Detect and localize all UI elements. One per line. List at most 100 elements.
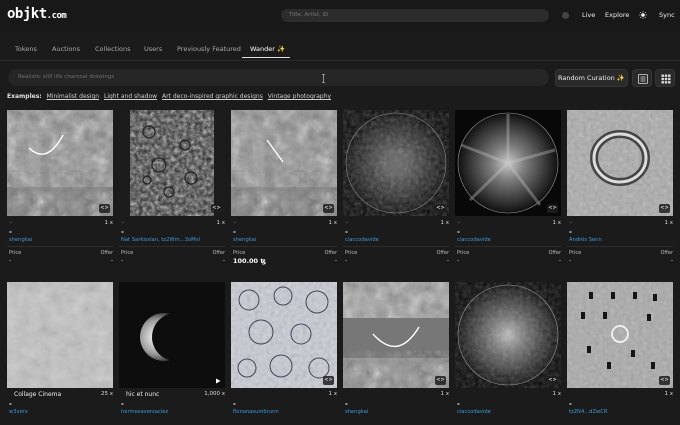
- divider: [567, 246, 673, 247]
- token-title[interactable]: -: [345, 228, 348, 236]
- nav-live[interactable]: Live: [582, 11, 595, 19]
- grid-view-icon: [661, 74, 671, 84]
- token-thumbnail[interactable]: [7, 282, 113, 388]
- code-icon: <>: [435, 376, 446, 385]
- token-id: --: [233, 220, 237, 226]
- price-value: -: [121, 257, 124, 264]
- artist-link[interactable]: Andrés Senn: [569, 237, 602, 243]
- offer-label: Offer: [660, 250, 673, 256]
- token-thumbnail[interactable]: <>: [343, 282, 449, 388]
- artist-link[interactable]: shengkai: [233, 237, 256, 243]
- price-value: -: [569, 257, 572, 264]
- nav-sync[interactable]: Sync: [659, 11, 675, 19]
- token-thumbnail[interactable]: <>: [231, 110, 337, 216]
- example-minimalist-design[interactable]: Minimalist design: [47, 93, 99, 100]
- examples-label: Examples:: [7, 93, 42, 100]
- offer-label: Offer: [100, 250, 113, 256]
- artwork-image: [567, 282, 673, 388]
- collection-badge[interactable]: Collage Cinema: [10, 390, 66, 399]
- token-title[interactable]: -: [457, 228, 460, 236]
- collection-badge[interactable]: hic et nunc: [122, 390, 164, 399]
- text-cursor-icon: [322, 74, 325, 83]
- editions-count: 1 x: [440, 391, 449, 397]
- token-title[interactable]: -: [233, 400, 236, 408]
- artist-link[interactable]: ciaccodavide: [345, 237, 379, 243]
- token-title[interactable]: -: [569, 228, 572, 236]
- wander-prompt-input[interactable]: Realistic still life charcoal drawings: [8, 69, 549, 86]
- code-icon: <>: [99, 204, 110, 213]
- code-icon: <>: [547, 204, 558, 213]
- price-label: Price: [233, 250, 246, 256]
- tab-bar: Tokens Auctions Collections Users Previo…: [0, 40, 680, 60]
- token-title[interactable]: -: [457, 400, 460, 408]
- token-thumbnail[interactable]: <>: [231, 282, 337, 388]
- token-thumbnail[interactable]: <>: [119, 110, 225, 216]
- token-title[interactable]: -: [121, 228, 124, 236]
- code-icon: <>: [435, 204, 446, 213]
- artwork-image: [137, 110, 207, 216]
- token-thumbnail[interactable]: <>: [567, 282, 673, 388]
- tab-auctions[interactable]: Auctions: [52, 45, 80, 53]
- play-icon[interactable]: [215, 378, 221, 384]
- price-value: -: [9, 257, 12, 264]
- logo-suffix: .com: [46, 11, 67, 21]
- grid-view-button[interactable]: [655, 69, 675, 87]
- token-title[interactable]: -: [233, 228, 236, 236]
- search-input[interactable]: Title, Artist, ID: [281, 9, 549, 22]
- artist-link[interactable]: shengkai: [9, 237, 32, 243]
- token-thumbnail[interactable]: <>: [567, 110, 673, 216]
- artwork-image: [231, 282, 337, 388]
- top-header: objkt.com Title, Artist, ID Live Explore…: [0, 0, 680, 32]
- editions-count: 1 x: [664, 220, 673, 226]
- token-title[interactable]: -: [9, 400, 12, 408]
- artist-link[interactable]: shengkai: [345, 409, 368, 415]
- tab-previously-featured[interactable]: Previously Featured: [177, 45, 241, 53]
- editions-count: 1 x: [552, 391, 561, 397]
- tab-collections[interactable]: Collections: [95, 45, 131, 53]
- token-thumbnail[interactable]: <>: [7, 110, 113, 216]
- list-view-button[interactable]: [632, 69, 652, 87]
- tab-tokens[interactable]: Tokens: [15, 45, 37, 53]
- token-thumbnail[interactable]: <>: [455, 282, 561, 388]
- artwork-image: [140, 313, 200, 361]
- tab-users[interactable]: Users: [144, 45, 162, 53]
- editions-count: 1 x: [552, 220, 561, 226]
- token-thumbnail[interactable]: <>: [455, 110, 561, 216]
- artwork-image: [7, 282, 113, 388]
- token-thumbnail[interactable]: <>: [343, 110, 449, 216]
- token-title[interactable]: -: [569, 400, 572, 408]
- token-title[interactable]: -: [345, 400, 348, 408]
- artwork-image: [7, 110, 113, 216]
- artist-link[interactable]: ciaccodavide: [457, 409, 491, 415]
- artist-link[interactable]: hermesaversaclez: [121, 409, 168, 415]
- example-light-and-shadow[interactable]: Light and shadow: [104, 93, 157, 100]
- code-icon: <>: [659, 204, 670, 213]
- code-icon: <>: [659, 376, 670, 385]
- artist-link[interactable]: flonanasumbrunn: [233, 409, 279, 415]
- list-view-icon: [638, 74, 648, 84]
- artist-link[interactable]: tz2N4...dZwCR: [569, 409, 608, 415]
- artwork-image: [345, 112, 447, 214]
- status-dot-icon: [562, 12, 569, 19]
- token-title[interactable]: -: [9, 228, 12, 236]
- site-logo[interactable]: objkt.com: [7, 6, 67, 22]
- artwork-image: [457, 284, 559, 386]
- artist-link[interactable]: Nat Sarkissian, tz2Wm...3oMvl: [121, 237, 200, 243]
- example-vintage-photography[interactable]: Vintage photography: [268, 93, 331, 100]
- divider: [119, 246, 225, 247]
- artist-link[interactable]: w3vers: [9, 409, 28, 415]
- example-art-deco[interactable]: Art deco-inspired graphic designs: [162, 93, 263, 100]
- editions-count: 1 x: [664, 391, 673, 397]
- tab-wander[interactable]: Wander ✨: [250, 45, 285, 53]
- random-curation-button[interactable]: Random Curation ✨: [555, 69, 628, 87]
- editions-count: 1 x: [104, 220, 113, 226]
- token-id: --: [569, 220, 573, 226]
- code-icon: <>: [323, 204, 334, 213]
- nav-explore[interactable]: Explore: [605, 11, 629, 19]
- token-title[interactable]: -: [121, 400, 124, 408]
- offer-value: -: [446, 257, 449, 264]
- artist-link[interactable]: ciaccodavide: [457, 237, 491, 243]
- offer-label: Offer: [212, 250, 225, 256]
- token-thumbnail[interactable]: [119, 282, 225, 388]
- sun-icon[interactable]: [639, 11, 647, 19]
